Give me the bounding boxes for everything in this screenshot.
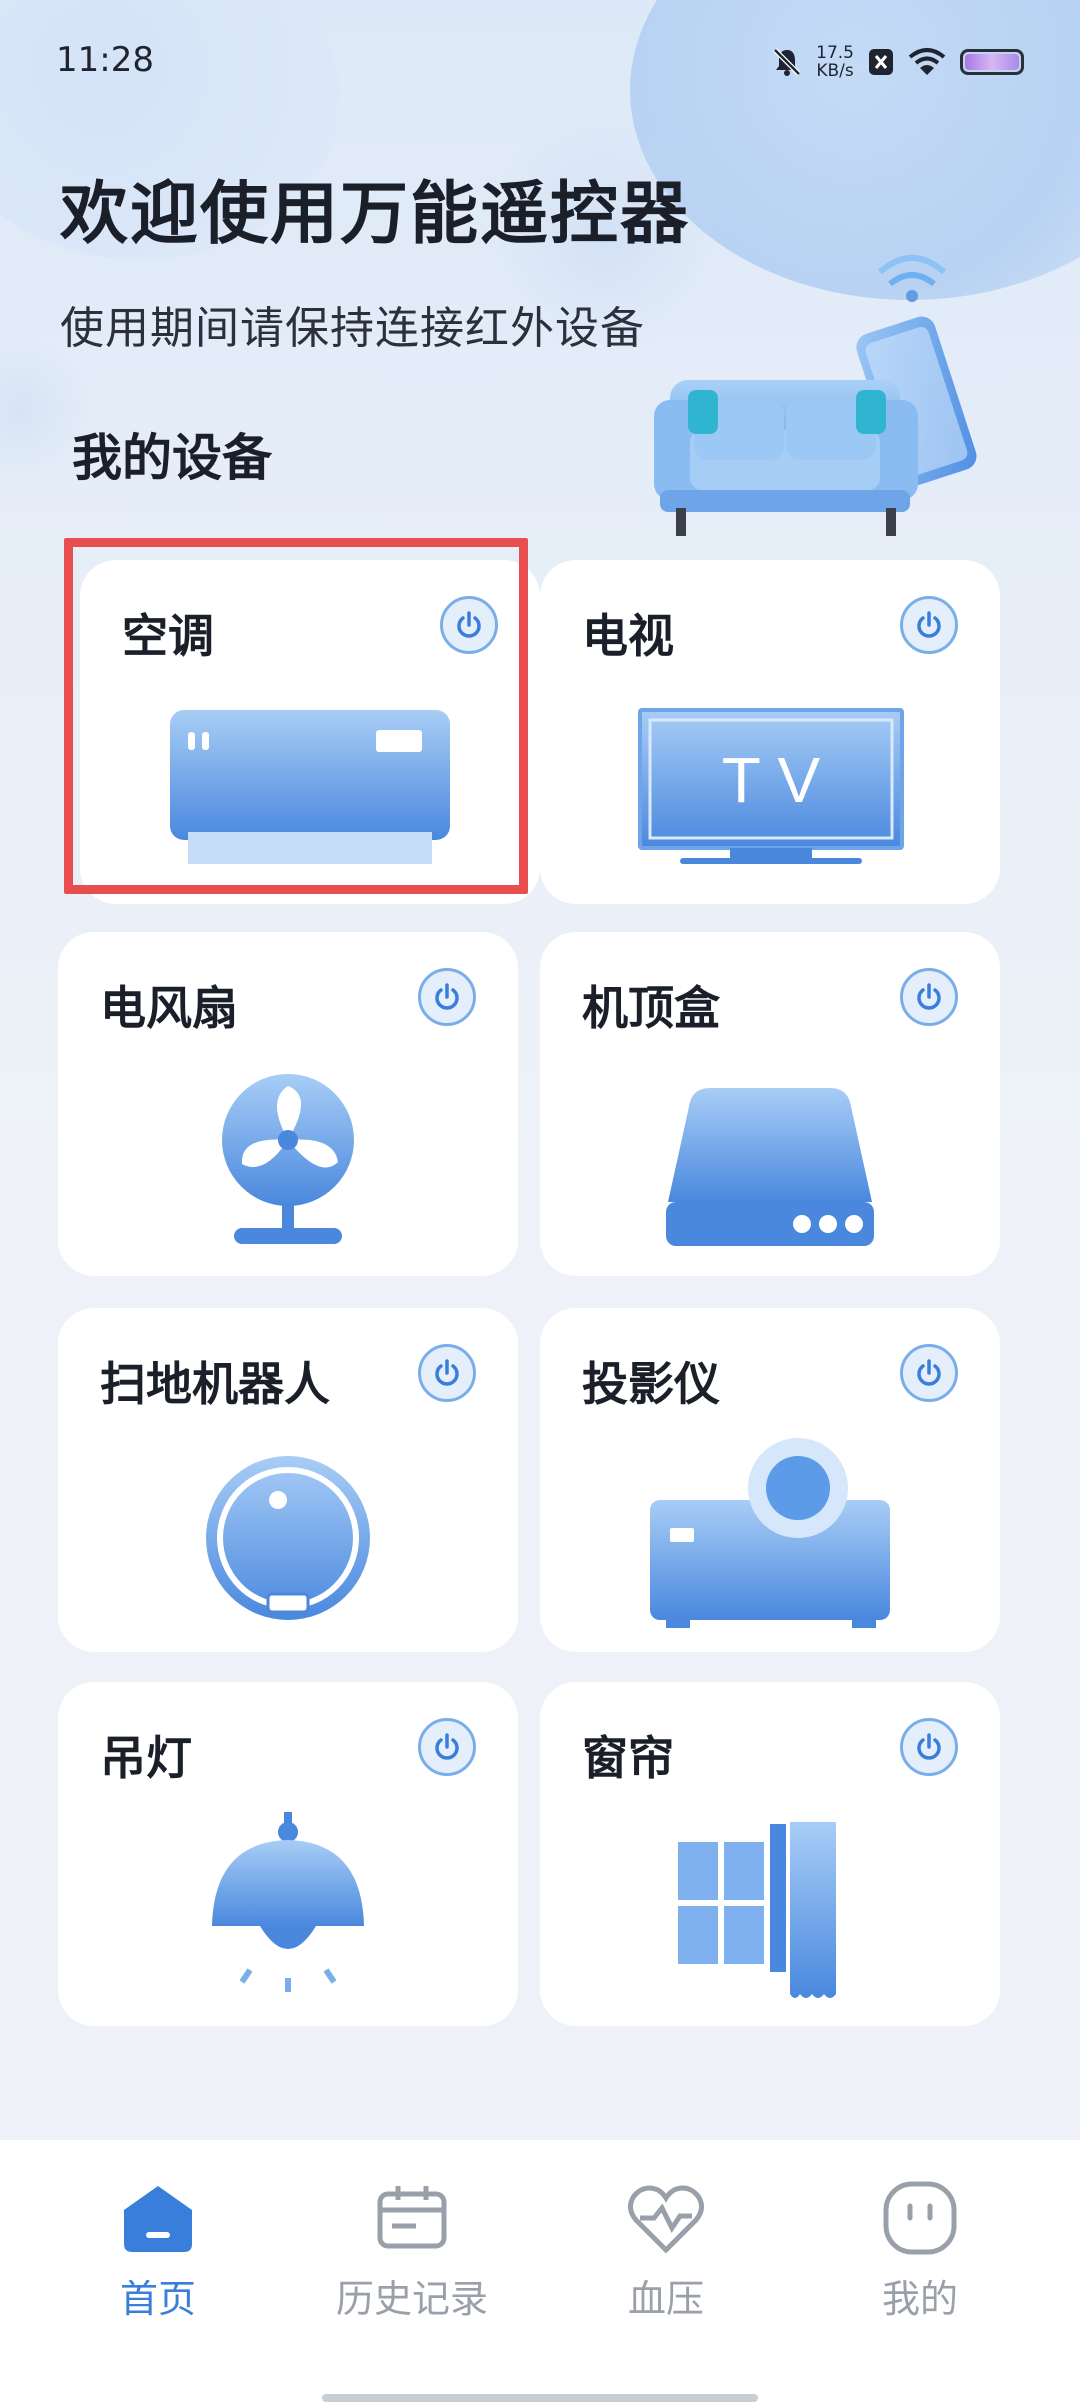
power-icon (917, 611, 941, 638)
speed-value: 17.5 (816, 43, 854, 63)
power-button[interactable] (418, 968, 476, 1026)
tab-history-label: 历史记录 (335, 2277, 488, 2321)
power-icon (917, 1733, 941, 1760)
heart-pulse-icon (628, 2185, 704, 2254)
device-card-pendant-lamp[interactable]: 吊灯 (58, 1682, 518, 2026)
power-icon (435, 1359, 459, 1386)
tab-home[interactable]: 首页 (58, 2180, 258, 2323)
power-button[interactable] (900, 968, 958, 1026)
section-title: 我的设备 (72, 429, 272, 487)
mute-bell-icon (773, 48, 801, 76)
tab-history[interactable]: 历史记录 (312, 2180, 512, 2323)
air-conditioner-icon (170, 710, 450, 864)
status-bar: 11:28 17.5 KB/s (0, 0, 1080, 120)
power-button[interactable] (900, 1718, 958, 1776)
fan-icon (222, 1074, 354, 1244)
robot-vacuum-icon (206, 1456, 370, 1620)
device-label: 机顶盒 (582, 981, 720, 1035)
history-icon (377, 2186, 447, 2249)
projector-icon (650, 1438, 890, 1628)
device-label: 吊灯 (100, 1731, 192, 1785)
status-time: 11:28 (56, 40, 154, 80)
device-card-set-top-box[interactable]: 机顶盒 (540, 932, 1000, 1276)
tv-icon: T V (638, 708, 904, 864)
device-card-projector[interactable]: 投影仪 (540, 1308, 1000, 1652)
tab-profile[interactable]: 我的 (820, 2180, 1020, 2323)
power-button[interactable] (440, 596, 498, 654)
device-label: 电风扇 (100, 981, 238, 1035)
sofa-phone-illustration (654, 255, 977, 536)
tab-profile-label: 我的 (881, 2277, 958, 2321)
power-button[interactable] (900, 1344, 958, 1402)
bottom-tab-bar: 首页 历史记录 血压 我的 (0, 2140, 1080, 2408)
tab-blood-pressure[interactable]: 血压 (566, 2180, 766, 2323)
page-subtitle: 使用期间请保持连接红外设备 (60, 303, 645, 354)
device-card-robot-vacuum[interactable]: 扫地机器人 (58, 1308, 518, 1652)
wifi-icon (908, 48, 946, 75)
device-card-curtain[interactable]: 窗帘 (540, 1682, 1000, 2026)
pendant-lamp-icon (212, 1812, 364, 1992)
device-label: 投影仪 (582, 1357, 720, 1411)
tv-screen-text: T V (722, 744, 821, 816)
power-button[interactable] (418, 1344, 476, 1402)
profile-icon (883, 2181, 957, 2255)
battery-icon (960, 49, 1024, 75)
power-icon (435, 983, 459, 1010)
power-icon (457, 611, 481, 638)
power-icon (917, 983, 941, 1010)
device-label: 扫地机器人 (100, 1357, 330, 1411)
device-card-tv[interactable]: 电视 T V (540, 560, 1000, 904)
power-icon (917, 1359, 941, 1386)
device-card-fan[interactable]: 电风扇 (58, 932, 518, 1276)
device-label: 窗帘 (582, 1731, 674, 1785)
set-top-box-icon (666, 1088, 874, 1246)
home-indicator (322, 2394, 758, 2402)
sim-off-icon (869, 49, 893, 75)
speed-unit: KB/s (816, 61, 854, 81)
curtain-icon (678, 1822, 836, 1998)
power-icon (435, 1733, 459, 1760)
power-button[interactable] (418, 1718, 476, 1776)
network-speed: 17.5 KB/s (816, 44, 854, 80)
device-label: 空调 (122, 609, 214, 663)
tab-blood-pressure-label: 血压 (627, 2277, 704, 2321)
power-button[interactable] (900, 596, 958, 654)
page-title: 欢迎使用万能遥控器 (60, 175, 691, 254)
device-label: 电视 (582, 609, 674, 663)
tab-home-label: 首页 (119, 2277, 196, 2321)
device-card-air-conditioner[interactable]: 空调 (80, 560, 540, 904)
home-icon (124, 2186, 192, 2252)
